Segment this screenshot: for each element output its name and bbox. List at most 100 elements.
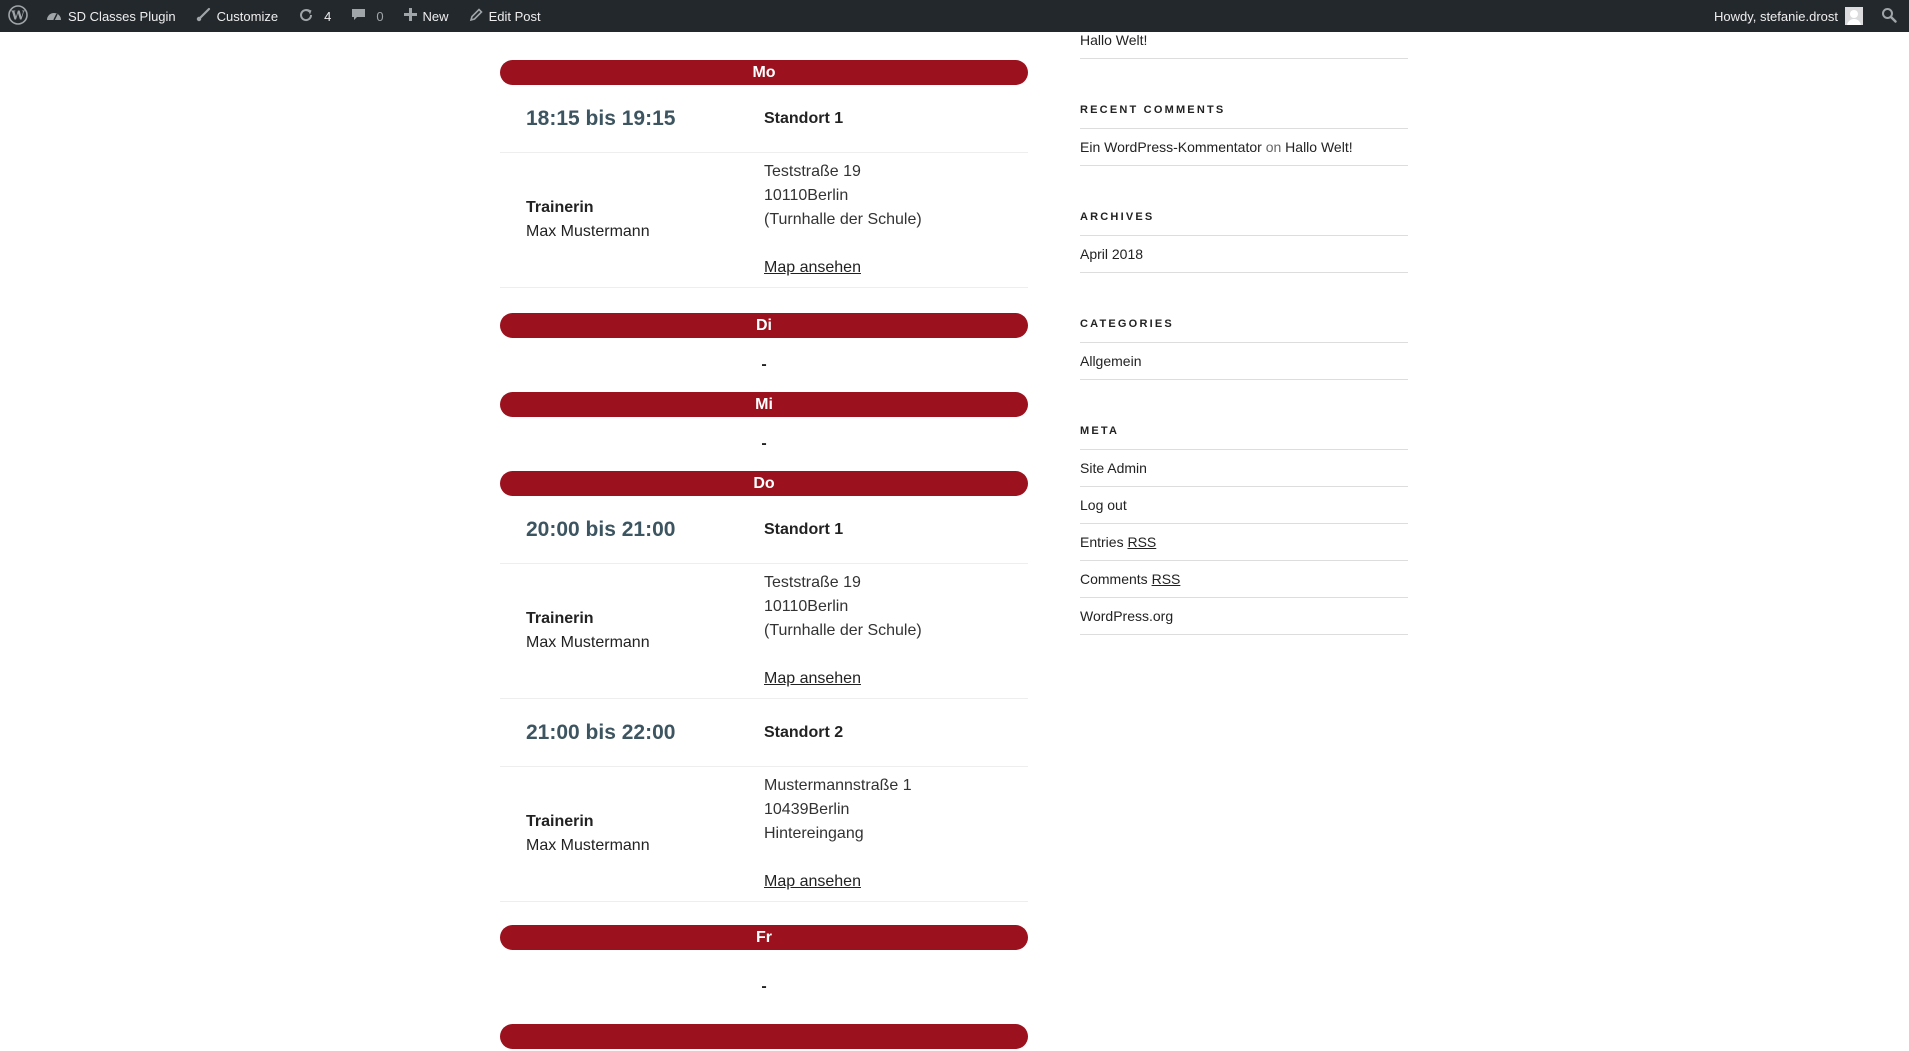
day-header-tuesday: Di <box>500 313 1028 338</box>
session-time: 20:00 bis 21:00 <box>526 517 676 541</box>
session-header: 18:15 bis 19:15 Standort 1 <box>500 85 1028 153</box>
day-spacer <box>500 902 1028 925</box>
my-account-menu[interactable]: Howdy, stefanie.drost <box>1704 0 1873 32</box>
search-button[interactable] <box>1873 0 1909 32</box>
day-header-friday: Fr <box>500 925 1028 950</box>
day-header-thursday: Do <box>500 471 1028 496</box>
admin-bar: W SD Classes Plugin Customize 4 0 New Ed… <box>0 0 1909 32</box>
class-schedule: Mo 18:15 bis 19:15 Standort 1 Trainerin … <box>500 32 1028 1049</box>
updates-count: 4 <box>324 8 332 24</box>
session: 18:15 bis 19:15 Standort 1 Trainerin Max… <box>500 85 1028 288</box>
meta-site-admin-link[interactable]: Site Admin <box>1080 450 1408 487</box>
trainer-name: Max Mustermann <box>526 634 650 651</box>
svg-text:W: W <box>10 8 25 22</box>
address-city: 10110Berlin <box>764 187 849 204</box>
archives-title: Archives <box>1080 210 1408 236</box>
day-header-wednesday: Mi <box>500 392 1028 417</box>
location-address: Mustermannstraße 1 10439Berlin Hinterein… <box>764 774 912 894</box>
avatar <box>1845 7 1863 25</box>
rss-abbr: RSS <box>1127 534 1157 550</box>
new-label: New <box>422 8 449 24</box>
day-wednesday: Mi - <box>500 392 1028 471</box>
address-street: Teststraße 19 <box>764 163 861 180</box>
entries-label: Entries <box>1080 534 1124 550</box>
rss-abbr: RSS <box>1151 571 1181 587</box>
address-city: 10439Berlin <box>764 801 850 818</box>
address-note: (Turnhalle der Schule) <box>764 211 922 228</box>
address-city: 10110Berlin <box>764 598 849 615</box>
trainer-info: Trainerin Max Mustermann <box>500 810 764 858</box>
comments-count: 0 <box>376 8 384 24</box>
map-link[interactable]: Map ansehen <box>764 870 861 894</box>
no-classes-dash: - <box>761 435 767 452</box>
wordpress-logo-menu[interactable]: W <box>0 0 36 32</box>
trainer-info: Trainerin Max Mustermann <box>500 196 764 244</box>
comments-link[interactable]: 0 <box>341 0 393 32</box>
admin-bar-left: W SD Classes Plugin Customize 4 0 New Ed… <box>0 0 551 32</box>
edit-post-label: Edit Post <box>488 8 541 24</box>
day-tuesday: Di - <box>500 313 1028 392</box>
recent-comment-item: Ein WordPress-Kommentator on Hallo Welt! <box>1080 129 1408 166</box>
dashboard-icon <box>46 8 62 25</box>
sidebar: Hallo Welt! Recent Comments Ein WordPres… <box>1080 32 1408 635</box>
edit-post-link[interactable]: Edit Post <box>459 0 551 32</box>
site-name-menu[interactable]: SD Classes Plugin <box>36 0 186 32</box>
meta-comments-rss-link[interactable]: Comments RSS <box>1080 561 1408 598</box>
recent-post-link[interactable]: Hallo Welt! <box>1080 32 1408 59</box>
category-item-allgemein[interactable]: Allgemein <box>1080 343 1408 380</box>
wordpress-logo-icon: W <box>8 4 28 28</box>
pencil-icon <box>469 7 483 25</box>
meta-title: Meta <box>1080 424 1408 450</box>
trainer-name: Max Mustermann <box>526 837 650 854</box>
day-spacer <box>500 288 1028 313</box>
comment-post-link[interactable]: Hallo Welt! <box>1285 139 1352 155</box>
comment-author-link[interactable]: Ein WordPress-Kommentator <box>1080 139 1262 155</box>
new-content-menu[interactable]: New <box>394 0 459 32</box>
day-thursday: Do 20:00 bis 21:00 Standort 1 Trainerin … <box>500 471 1028 902</box>
comment-on-text: on <box>1265 139 1282 155</box>
recent-comments-title: Recent Comments <box>1080 103 1408 129</box>
paintbrush-icon <box>196 7 211 25</box>
location-name: Standort 2 <box>764 723 844 741</box>
session-time: 18:15 bis 19:15 <box>526 106 676 130</box>
session-header: 20:00 bis 21:00 Standort 1 <box>500 496 1028 564</box>
plus-icon <box>403 8 417 24</box>
session-time: 21:00 bis 22:00 <box>526 720 676 744</box>
address-note: (Turnhalle der Schule) <box>764 622 922 639</box>
session: 20:00 bis 21:00 Standort 1 Trainerin Max… <box>500 496 1028 699</box>
location-name: Standort 1 <box>764 109 844 127</box>
session-header: 21:00 bis 22:00 Standort 2 <box>500 699 1028 767</box>
trainer-label: Trainerin <box>526 610 594 627</box>
site-name: SD Classes Plugin <box>68 8 176 24</box>
address-street: Teststraße 19 <box>764 574 861 591</box>
updates-link[interactable]: 4 <box>288 0 341 32</box>
meta-log-out-link[interactable]: Log out <box>1080 487 1408 524</box>
archive-item-april-2018[interactable]: April 2018 <box>1080 236 1408 273</box>
day-header-next-partial <box>500 1024 1028 1049</box>
meta-wordpress-org-link[interactable]: WordPress.org <box>1080 598 1408 635</box>
map-link[interactable]: Map ansehen <box>764 256 861 280</box>
session-details: Trainerin Max Mustermann Teststraße 19 1… <box>500 153 1028 287</box>
location-name: Standort 1 <box>764 520 844 538</box>
admin-bar-right: Howdy, stefanie.drost <box>1704 0 1909 32</box>
address-street: Mustermannstraße 1 <box>764 777 912 794</box>
meta-entries-rss-link[interactable]: Entries RSS <box>1080 524 1408 561</box>
top-spacer <box>500 32 1028 60</box>
search-icon <box>1881 7 1897 26</box>
session-details: Trainerin Max Mustermann Teststraße 19 1… <box>500 564 1028 698</box>
customize-link[interactable]: Customize <box>186 0 288 32</box>
session: 21:00 bis 22:00 Standort 2 Trainerin Max… <box>500 699 1028 902</box>
address-note: Hintereingang <box>764 825 864 842</box>
trainer-name: Max Mustermann <box>526 223 650 240</box>
day-monday: Mo 18:15 bis 19:15 Standort 1 Trainerin … <box>500 60 1028 288</box>
location-address: Teststraße 19 10110Berlin (Turnhalle der… <box>764 571 922 691</box>
map-link[interactable]: Map ansehen <box>764 667 861 691</box>
day-header-monday: Mo <box>500 60 1028 85</box>
day-friday: Fr - <box>500 925 1028 1024</box>
trainer-label: Trainerin <box>526 813 594 830</box>
no-classes-dash: - <box>761 356 767 373</box>
session-details: Trainerin Max Mustermann Mustermannstraß… <box>500 767 1028 901</box>
no-classes-dash: - <box>761 978 767 995</box>
categories-title: Categories <box>1080 317 1408 343</box>
trainer-label: Trainerin <box>526 199 594 216</box>
